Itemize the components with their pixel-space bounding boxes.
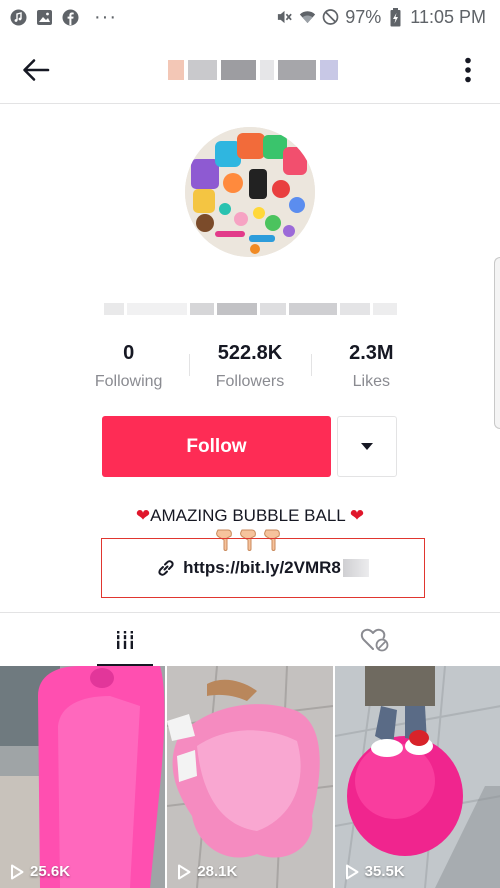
status-bar: ··· 97% 11:05 PM: [0, 0, 500, 34]
bio-link[interactable]: https://bit.ly/2VMR8: [101, 538, 425, 598]
view-count: 28.1K: [177, 863, 237, 880]
bio-link-url: https://bit.ly/2VMR8: [183, 558, 341, 577]
play-icon: [178, 864, 191, 879]
video-thumbnail[interactable]: 28.1K: [167, 666, 333, 888]
vertical-dots-icon: [465, 57, 471, 83]
wifi-icon: [299, 9, 316, 26]
view-count-value: 35.5K: [364, 863, 405, 880]
more-options-button[interactable]: [454, 52, 482, 88]
link-redacted: [342, 559, 369, 577]
content-tabs: [0, 612, 500, 666]
mute-icon: [276, 9, 293, 26]
scroll-handle[interactable]: [494, 257, 500, 429]
play-icon: [345, 864, 359, 879]
avatar[interactable]: [185, 127, 315, 257]
followers-stat[interactable]: 522.8K Followers: [189, 340, 310, 396]
notification-icons: ···: [10, 7, 117, 27]
following-label: Following: [94, 373, 163, 390]
likes-count: 2.3M: [349, 342, 394, 364]
gallery-icon: [36, 9, 53, 26]
profile-stats: 0 Following 522.8K Followers 2.3M Likes: [68, 340, 432, 396]
hidden-heart-icon: [360, 628, 389, 651]
caret-down-icon: [361, 443, 373, 450]
clock: 11:05 PM: [410, 6, 486, 27]
back-button[interactable]: [18, 52, 54, 88]
videos-tab[interactable]: [0, 613, 250, 666]
video-thumbnail-image: [334, 666, 500, 888]
view-count-value: 25.6K: [30, 863, 71, 880]
follow-button[interactable]: Follow: [102, 416, 331, 477]
likes-label: Likes: [352, 373, 390, 390]
video-thumbnail-image: [167, 666, 333, 888]
fidget-toys-photo: [185, 127, 315, 257]
play-icon: [11, 864, 24, 879]
username-redacted: [168, 60, 338, 80]
view-count: 25.6K: [10, 863, 70, 880]
video-thumbnail[interactable]: 25.6K: [0, 666, 166, 888]
likes-stat[interactable]: 2.3M Likes: [310, 340, 432, 396]
video-thumbnail-image: [0, 666, 166, 888]
suggested-accounts-button[interactable]: [337, 416, 397, 477]
music-app-icon: [10, 9, 27, 26]
followers-label: Followers: [215, 373, 285, 390]
heart-emoji-icon: ❤: [349, 506, 365, 525]
system-icons: 97% 11:05 PM: [276, 7, 486, 28]
view-count: 35.5K: [345, 863, 405, 880]
facebook-icon: [62, 9, 79, 26]
display-name-redacted: [104, 296, 400, 322]
view-count-value: 28.1K: [197, 863, 238, 880]
video-grid: 25.6K 28.1K 35.5K: [0, 666, 500, 888]
liked-tab[interactable]: [250, 613, 500, 666]
bio-text: AMAZING BUBBLE BALL: [150, 506, 350, 525]
heart-emoji-icon: ❤: [135, 506, 151, 525]
followers-count: 522.8K: [217, 342, 283, 364]
link-icon: [158, 560, 174, 576]
grid-icon: [115, 630, 135, 649]
do-not-disturb-icon: [322, 9, 339, 26]
bio: ❤AMAZING BUBBLE BALL ❤: [0, 504, 500, 528]
profile-header: [0, 34, 500, 104]
video-thumbnail[interactable]: 35.5K: [334, 666, 500, 888]
following-count: 0: [123, 342, 135, 364]
battery-icon: [387, 7, 404, 26]
battery-percent: 97%: [345, 6, 382, 27]
following-stat[interactable]: 0 Following: [68, 340, 189, 396]
more-notifications-icon: ···: [94, 6, 117, 28]
arrow-left-icon: [23, 59, 50, 81]
